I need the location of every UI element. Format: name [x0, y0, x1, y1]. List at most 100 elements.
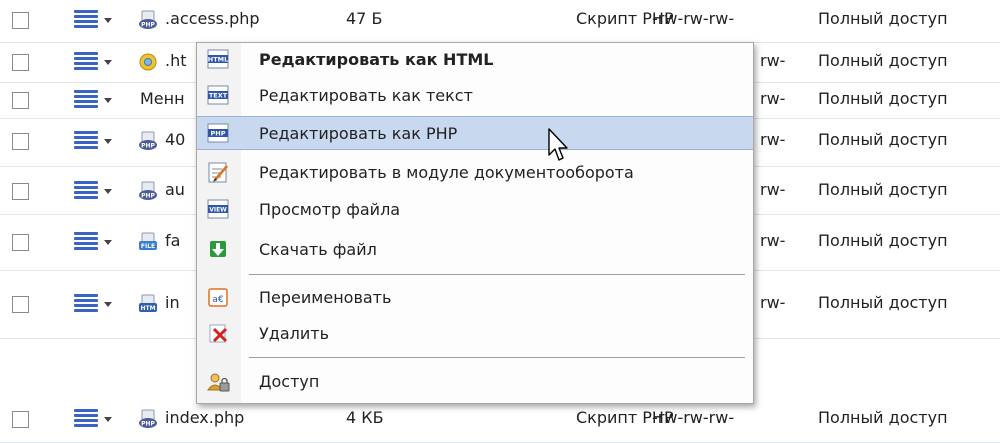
- download-icon: [210, 241, 226, 257]
- file-icon: FILE: [139, 232, 157, 250]
- list-icon: [74, 52, 98, 72]
- file-permissions: rw-: [760, 89, 786, 108]
- row-checkbox[interactable]: [12, 92, 29, 109]
- menu-item-view-file[interactable]: VIEW Просмотр файла: [197, 193, 753, 227]
- file-name[interactable]: 40: [165, 130, 185, 149]
- file-access: Полный доступ: [818, 293, 948, 312]
- svg-text:PHP: PHP: [141, 143, 155, 150]
- row-menu-button[interactable]: [74, 232, 118, 252]
- file-name[interactable]: au: [165, 180, 185, 199]
- menu-item-rename[interactable]: a€ Переименовать: [197, 281, 753, 315]
- menu-item-label: Переименовать: [259, 288, 392, 307]
- row-menu-button[interactable]: [74, 294, 118, 314]
- menu-item-label: Редактировать как HTML: [259, 50, 494, 69]
- menu-item-edit-html[interactable]: HTML Редактировать как HTML: [197, 43, 753, 77]
- chevron-down-icon: [104, 139, 112, 144]
- rename-icon: a€: [208, 288, 228, 307]
- menu-item-access[interactable]: Доступ: [197, 365, 753, 399]
- access-icon: [207, 373, 230, 392]
- menu-item-label: Редактировать в модуле документооборота: [259, 163, 634, 182]
- menu-item-label: Доступ: [259, 372, 320, 391]
- file-permissions: -rw-rw-rw-: [652, 408, 735, 427]
- file-permissions: rw-: [760, 130, 786, 149]
- list-icon: [74, 131, 98, 151]
- row-checkbox[interactable]: [12, 54, 29, 71]
- table-row[interactable]: PHP .access.php 47 Б Скрипт PHP -rw-rw-r…: [0, 0, 1000, 43]
- row-menu-button[interactable]: [74, 90, 118, 110]
- file-size: 4 КБ: [346, 408, 384, 427]
- chevron-down-icon: [104, 302, 112, 307]
- view-icon: VIEW: [207, 199, 229, 219]
- file-access: Полный доступ: [818, 231, 948, 250]
- chevron-down-icon: [104, 60, 112, 65]
- row-checkbox[interactable]: [12, 296, 29, 313]
- svg-text:HTML: HTML: [208, 56, 228, 64]
- list-icon: [74, 232, 98, 252]
- menu-item-edit-workflow[interactable]: Редактировать в модуле документооборота: [197, 156, 753, 190]
- row-checkbox[interactable]: [12, 411, 29, 428]
- file-access: Полный доступ: [818, 408, 948, 427]
- file-permissions: -rw-rw-rw-: [652, 9, 735, 28]
- row-checkbox[interactable]: [12, 234, 29, 251]
- menu-item-label: Скачать файл: [259, 240, 377, 259]
- menu-item-label: Редактировать как текст: [259, 86, 473, 105]
- file-permissions: rw-: [760, 231, 786, 250]
- file-name[interactable]: fa: [165, 231, 180, 250]
- file-name[interactable]: Менн: [140, 89, 185, 108]
- workflow-edit-icon: [208, 162, 228, 183]
- delete-icon: [209, 324, 228, 343]
- row-checkbox[interactable]: [12, 183, 29, 200]
- chevron-down-icon: [104, 18, 112, 23]
- svg-text:TEXT: TEXT: [209, 92, 228, 100]
- svg-text:PHP: PHP: [141, 193, 155, 200]
- file-name[interactable]: .ht: [165, 51, 187, 70]
- row-menu-button[interactable]: [74, 10, 118, 30]
- row-checkbox[interactable]: [12, 133, 29, 150]
- file-access: Полный доступ: [818, 51, 948, 70]
- menu-item-edit-text[interactable]: TEXT Редактировать как текст: [197, 79, 753, 113]
- chevron-down-icon: [104, 240, 112, 245]
- php-file-icon: PHP: [139, 10, 157, 29]
- php-file-icon: PHP: [139, 181, 157, 200]
- file-access: Полный доступ: [818, 89, 948, 108]
- file-name[interactable]: in: [165, 293, 180, 312]
- text-icon: TEXT: [207, 85, 229, 105]
- menu-item-label: Редактировать как PHP: [259, 124, 458, 143]
- file-name[interactable]: index.php: [165, 408, 244, 427]
- html-icon: HTML: [207, 49, 229, 69]
- html-file-icon: HTM: [139, 294, 157, 312]
- row-menu-button[interactable]: [74, 181, 118, 201]
- menu-divider: [249, 357, 745, 358]
- chevron-down-icon: [104, 189, 112, 194]
- row-checkbox[interactable]: [12, 12, 29, 29]
- file-access: Полный доступ: [818, 9, 948, 28]
- row-menu-button[interactable]: [74, 131, 118, 151]
- menu-item-edit-php[interactable]: PHP Редактировать как PHP: [197, 116, 753, 150]
- menu-item-label: Удалить: [259, 324, 329, 343]
- row-menu-button[interactable]: [74, 52, 118, 72]
- file-name[interactable]: .access.php: [165, 9, 260, 28]
- list-icon: [74, 409, 98, 429]
- menu-item-label: Просмотр файла: [259, 200, 401, 219]
- file-permissions: rw-: [760, 51, 786, 70]
- php-icon: PHP: [207, 123, 229, 143]
- file-permissions: rw-: [760, 180, 786, 199]
- php-file-icon: PHP: [139, 131, 157, 150]
- file-access: Полный доступ: [818, 130, 948, 149]
- svg-text:a€: a€: [212, 295, 224, 305]
- file-size: 47 Б: [346, 9, 383, 28]
- list-icon: [74, 90, 98, 110]
- list-icon: [74, 10, 98, 30]
- svg-text:PHP: PHP: [141, 421, 155, 428]
- row-menu-button[interactable]: [74, 409, 118, 429]
- menu-item-delete[interactable]: Удалить: [197, 317, 753, 351]
- php-file-icon: PHP: [139, 409, 157, 428]
- svg-text:PHP: PHP: [141, 22, 155, 29]
- svg-text:VIEW: VIEW: [209, 207, 227, 214]
- chevron-down-icon: [104, 417, 112, 422]
- file-permissions: rw-: [760, 293, 786, 312]
- svg-text:FILE: FILE: [141, 243, 155, 250]
- menu-item-download[interactable]: Скачать файл: [197, 233, 753, 267]
- svg-text:PHP: PHP: [211, 130, 226, 138]
- config-file-icon: [139, 53, 157, 71]
